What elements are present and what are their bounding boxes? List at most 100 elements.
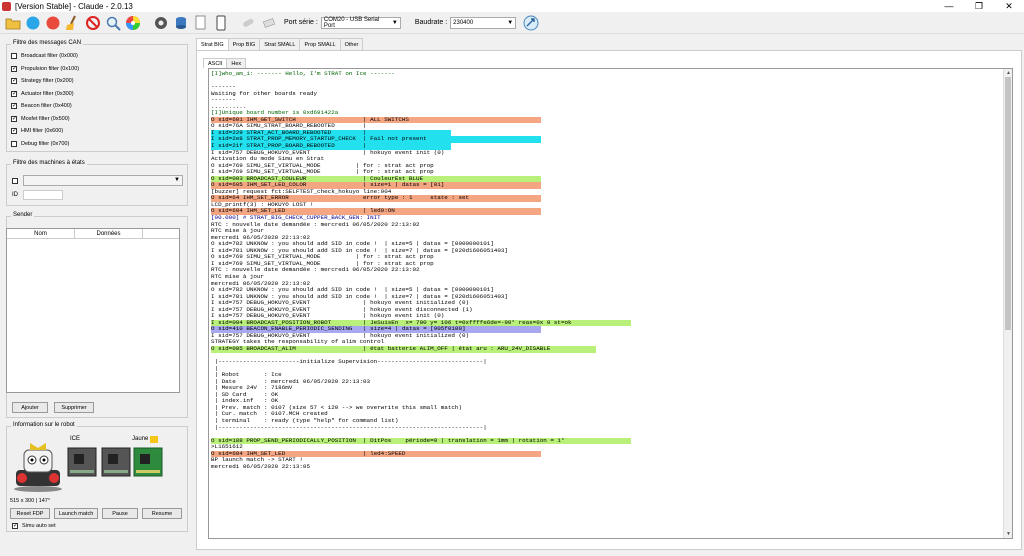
board-tabs: Strat BIG Prop BIG Strat SMALL Prop SMALL Ot… [196, 38, 364, 51]
can-filter-label: Strategy filter (0x200) [21, 78, 74, 85]
open-file-icon[interactable] [4, 14, 22, 32]
gear-icon[interactable] [152, 14, 170, 32]
remove-button[interactable]: Supprimer [54, 402, 94, 413]
jaune-label: Jaune [132, 436, 149, 442]
can-filter-item[interactable]: Mosfet filter (0x500) [7, 113, 187, 126]
simu-checkbox-box[interactable] [12, 523, 18, 530]
toolbar: Port série : COM20 - USB Serial Port ▼ Ba… [0, 12, 1024, 34]
baudrate-value: 230400 [453, 19, 474, 26]
can-filter-item[interactable]: HMI filter (0x600) [7, 125, 187, 138]
window-title: [Version Stable] - Claude - 2.0.13 [15, 1, 133, 11]
port-label: Port série : [284, 19, 318, 26]
console-output[interactable]: [I]who_am_i: ------- Hello, I'm STRAT on… [208, 68, 1013, 539]
scroll-thumb[interactable] [1005, 77, 1011, 330]
console-line-text: O sid=005 BROADCAST_ALIM | état batterie… [211, 345, 596, 353]
col-donnees[interactable]: Données [75, 229, 143, 238]
can-filter-item[interactable]: Propulsion filter (0x100) [7, 63, 187, 76]
robot-mascot-icon [14, 443, 62, 492]
pills-icon[interactable] [240, 14, 258, 32]
phone-icon[interactable] [212, 14, 230, 32]
port-value: COM20 - USB Serial Port [323, 16, 380, 29]
can-filter-title: Filtre des messages CAN [11, 40, 84, 46]
search-icon[interactable] [104, 14, 122, 32]
console-line-text: mercredi 06/05/2020 22:13:05 [211, 462, 310, 470]
tab-content: ASCII Hex [I]who_am_i: ------- Hello, I'm… [196, 50, 1022, 550]
document-icon[interactable] [192, 14, 210, 32]
console-line-text: [I]who_am_i: ------- Hello, I'm STRAT on… [211, 70, 395, 77]
can-filter-checkbox[interactable] [11, 53, 17, 60]
record-red-icon[interactable] [44, 14, 62, 32]
title-bar: [Version Stable] - Claude - 2.0.13 — ❐ ✕ [0, 0, 1024, 12]
can-filter-label: Debug filter (0x700) [21, 140, 70, 147]
database-icon[interactable] [172, 14, 190, 32]
team-color-swatch [150, 436, 158, 443]
can-filter-label: Mosfet filter (0x500) [21, 115, 70, 122]
can-filter-label: Broadcast filter (0x000) [21, 53, 78, 60]
tab-prop-big[interactable]: Prop BIG [227, 38, 261, 50]
chevron-down-icon: ▼ [174, 177, 180, 183]
chevron-down-icon: ▼ [391, 19, 398, 26]
app-icon [2, 1, 11, 11]
subtab-hex[interactable]: Hex [226, 58, 247, 68]
record-icon[interactable] [24, 14, 42, 32]
add-button[interactable]: Ajouter [12, 402, 48, 413]
can-filter-checkbox[interactable] [11, 128, 17, 135]
broom-icon[interactable] [64, 14, 82, 32]
baudrate-label: Baudrate : [414, 19, 448, 26]
can-filter-item[interactable]: Beacon filter (0x400) [7, 100, 187, 113]
right-panel: Strat BIG Prop BIG Strat SMALL Prop SMALL Ot… [196, 38, 1022, 550]
tab-other[interactable]: Other [339, 38, 364, 50]
baudrate-select[interactable]: 230400 ▼ [450, 16, 517, 29]
subtab-ascii[interactable]: ASCII [203, 58, 228, 68]
port-select[interactable]: COM20 - USB Serial Port ▼ [320, 16, 401, 29]
scroll-up-icon[interactable]: ▲ [1004, 69, 1012, 77]
ice-label: ICE [70, 436, 81, 442]
eraser-icon[interactable] [260, 14, 278, 32]
minimize-button[interactable]: — [934, 0, 964, 12]
can-filter-label: Actuator filter (0x300) [21, 90, 74, 97]
tab-strat-small[interactable]: Strat SMALL [259, 38, 301, 50]
scroll-down-icon[interactable]: ▼ [1004, 530, 1012, 538]
board-icons [67, 447, 163, 477]
col-nom[interactable]: Nom [7, 229, 75, 238]
pause-button[interactable]: Pause [102, 508, 138, 519]
can-filter-item[interactable]: Debug filter (0x700) [7, 138, 187, 151]
can-filter-checkbox[interactable] [11, 78, 17, 85]
console-lines: [I]who_am_i: ------- Hello, I'm STRAT on… [211, 70, 1001, 471]
can-filter-checkbox[interactable] [11, 90, 17, 97]
can-filter-checkbox[interactable] [11, 65, 17, 72]
can-filter-label: Beacon filter (0x400) [21, 103, 72, 110]
can-filter-checkbox[interactable] [11, 115, 17, 122]
sender-table[interactable]: Nom Données [6, 228, 180, 393]
reset-fdp-button[interactable]: Reset FDP [10, 508, 50, 519]
can-filter-label: Propulsion filter (0x100) [21, 65, 80, 72]
can-filter-item[interactable]: Strategy filter (0x200) [7, 75, 187, 88]
sender-title: Sender [11, 212, 35, 218]
can-filter-list: Broadcast filter (0x000) Propulsion filte… [7, 45, 187, 150]
no-entry-icon[interactable] [84, 14, 102, 32]
connect-icon[interactable] [522, 14, 540, 32]
robot-info-title: Information sur le robot [11, 422, 77, 428]
color-wheel-icon[interactable] [124, 14, 142, 32]
state-filter-checkbox[interactable] [12, 178, 18, 184]
state-machine-select[interactable]: ▼ [23, 175, 183, 186]
id-label: ID [12, 192, 18, 198]
resume-button[interactable]: Resume [142, 508, 182, 519]
can-filter-item[interactable]: Actuator filter (0x300) [7, 88, 187, 101]
can-filter-checkbox[interactable] [11, 140, 17, 147]
state-filter-group: Filtre des machines à états ▼ ID [6, 160, 188, 206]
launch-match-button[interactable]: Launch match [54, 508, 98, 519]
console-line: mercredi 06/05/2020 22:13:05 [211, 462, 1001, 471]
simu-auto-set-checkbox[interactable]: Simu auto set [8, 520, 56, 533]
console-scrollbar[interactable]: ▲ ▼ [1003, 69, 1012, 538]
maximize-button[interactable]: ❐ [964, 0, 994, 12]
close-button[interactable]: ✕ [994, 0, 1024, 12]
can-filter-item[interactable]: Broadcast filter (0x000) [7, 50, 187, 63]
format-tabs: ASCII Hex [203, 58, 247, 68]
tab-prop-small[interactable]: Prop SMALL [299, 38, 341, 50]
left-panel: Filtre des messages CAN Broadcast filter… [0, 34, 195, 556]
can-filter-label: HMI filter (0x600) [21, 128, 64, 135]
can-filter-checkbox[interactable] [11, 103, 17, 110]
robot-position-text: 515 x 300 | 147° [10, 498, 51, 504]
id-input[interactable] [23, 190, 63, 200]
